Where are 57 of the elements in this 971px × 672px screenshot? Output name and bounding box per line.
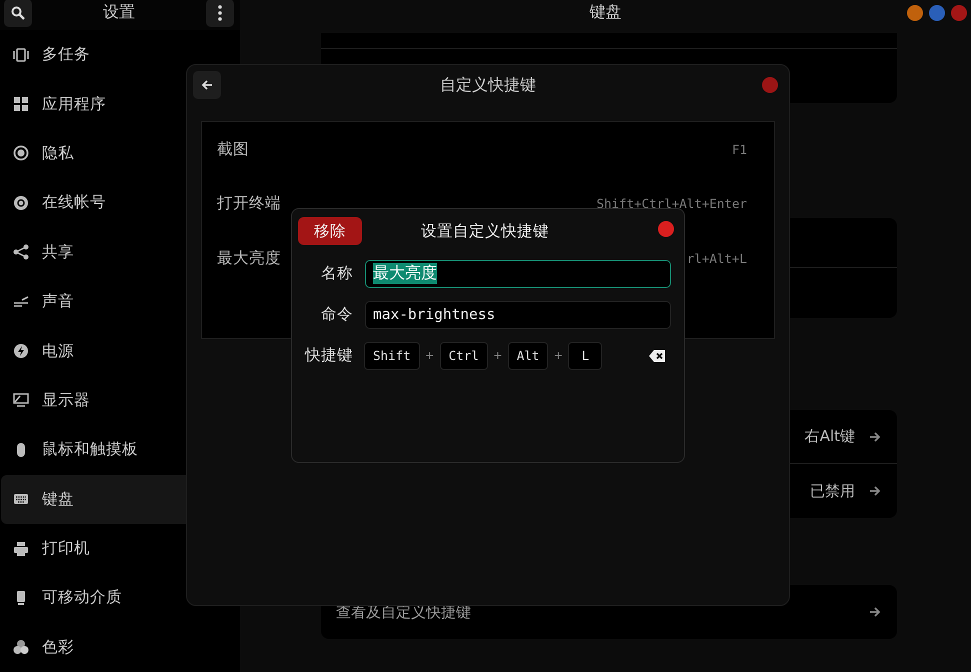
maximize-button[interactable] xyxy=(929,5,945,21)
shortcut-name: 截图 xyxy=(217,138,249,160)
bolt-icon xyxy=(13,343,29,360)
ring-icon xyxy=(13,145,29,162)
key-cap: Alt xyxy=(508,342,548,370)
arrow-right-icon xyxy=(869,485,881,497)
plus-sign: + xyxy=(424,349,436,362)
input-field[interactable]: max-brightness xyxy=(365,300,671,328)
key-cap: Ctrl xyxy=(440,342,488,370)
key-cap: Shift xyxy=(364,342,420,370)
dialog-title: 自定义快捷键 xyxy=(440,74,536,96)
shortcut-keys: Shift+Ctrl+Alt+Enter xyxy=(596,196,747,212)
printer-icon xyxy=(13,540,29,557)
sidebar-title: 设置 xyxy=(103,2,135,22)
circles-icon xyxy=(13,639,29,656)
arrow-right-icon xyxy=(869,606,881,618)
sidebar-item[interactable]: 打印机 xyxy=(1,524,240,574)
sidebar-item[interactable]: 显示器 xyxy=(1,376,240,426)
page-title: 键盘 xyxy=(590,2,622,23)
close-button[interactable] xyxy=(658,221,674,237)
back-button[interactable] xyxy=(193,71,221,99)
minimize-button[interactable] xyxy=(907,5,923,21)
close-button[interactable] xyxy=(951,5,967,21)
sidebar-item[interactable]: 可移动介质 xyxy=(1,573,240,623)
menu-button[interactable] xyxy=(206,0,234,27)
row-value: 右Alt键 xyxy=(804,427,855,446)
sidebar-item[interactable]: 声音 xyxy=(1,276,240,326)
search-button[interactable] xyxy=(4,0,32,27)
remove-button[interactable]: 移除 xyxy=(298,217,362,245)
plus-sign: + xyxy=(492,349,504,362)
sidebar-item[interactable]: 鼠标和触摸板 xyxy=(1,425,240,475)
arrow-right-icon xyxy=(869,430,881,442)
field-label: 命令 xyxy=(320,304,353,325)
dialog-title: 设置自定义快捷键 xyxy=(421,220,549,242)
search-icon xyxy=(11,6,25,20)
grid-icon xyxy=(13,96,29,112)
field-label: 名称 xyxy=(320,263,353,284)
sliders-icon xyxy=(13,294,29,310)
monitor-icon xyxy=(13,392,29,408)
shortcut-keys: F1 xyxy=(732,142,747,157)
sidebar-item[interactable]: 电源 xyxy=(1,326,240,376)
sidebar-item[interactable]: 多任务 xyxy=(1,30,240,80)
menu-icon xyxy=(218,5,222,21)
sidebar-item[interactable]: 色彩 xyxy=(1,622,240,672)
key-cap: L xyxy=(568,342,602,370)
shortcut-name: 最大亮度 xyxy=(217,248,281,269)
input-field[interactable]: 最大亮度 xyxy=(365,260,671,288)
plus-sign: + xyxy=(552,349,564,362)
field-label: 快捷键 xyxy=(304,345,353,366)
sidebar-item[interactable]: 应用程序 xyxy=(1,79,240,129)
share-icon xyxy=(13,244,29,260)
shortcut-name: 打开终端 xyxy=(217,193,281,214)
shortcut-keys: rl+Alt+L xyxy=(686,250,747,266)
row-value: 已禁用 xyxy=(810,482,855,500)
backspace-icon[interactable] xyxy=(649,350,665,362)
arrow-left-icon xyxy=(201,79,213,91)
panels-icon xyxy=(13,46,29,63)
